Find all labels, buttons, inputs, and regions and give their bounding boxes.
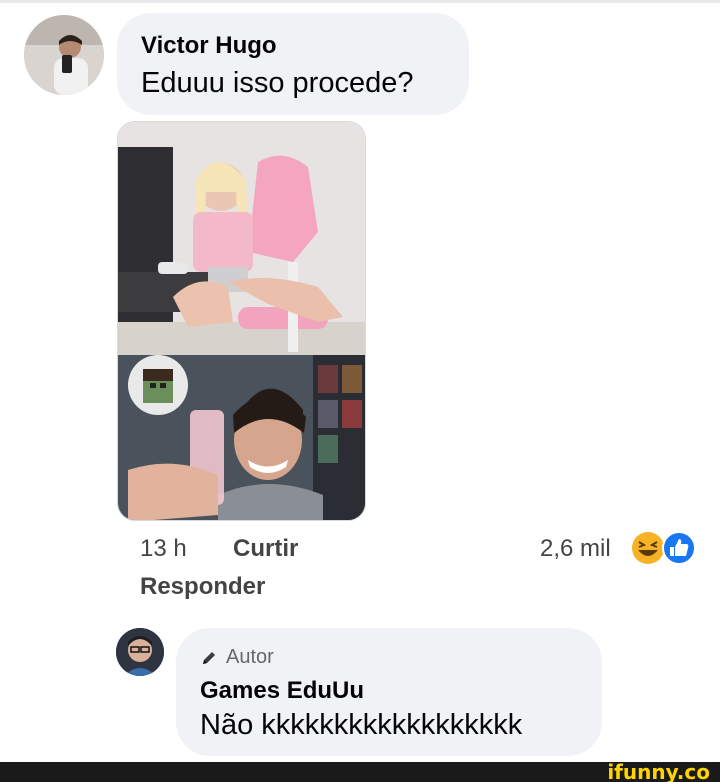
profile-photo <box>116 628 164 676</box>
comment-bubble: Victor Hugo Eduuu isso procede? <box>117 13 469 115</box>
comment-timestamp: 13 h <box>140 535 187 562</box>
like-reaction-icon <box>662 531 696 565</box>
comment-text: Não kkkkkkkkkkkkkkkkkk <box>200 709 523 741</box>
avatar[interactable] <box>116 628 164 676</box>
avatar[interactable] <box>24 15 104 95</box>
like-link[interactable]: Curtir <box>233 535 298 563</box>
laugh-reaction-icon <box>632 532 664 564</box>
photo-bottom-image <box>118 355 365 520</box>
author-badge-label: Autor <box>226 646 274 668</box>
reply-link[interactable]: Responder <box>140 573 265 601</box>
author-badge: Autor <box>200 646 274 669</box>
reaction-icons[interactable] <box>630 530 700 566</box>
reaction-count[interactable]: 2,6 mil <box>540 535 611 563</box>
pencil-icon <box>203 651 215 664</box>
watermark-logo: ifunny.co <box>607 760 710 782</box>
comment-photo[interactable] <box>117 121 366 521</box>
comment-author[interactable]: Victor Hugo <box>141 32 277 60</box>
comment-thread: Victor Hugo Eduuu isso procede? 13 h Cur… <box>0 0 720 782</box>
comment-text: Eduuu isso procede? <box>141 67 414 99</box>
profile-photo <box>24 15 104 95</box>
comment-author[interactable]: Games EduUu <box>200 677 364 705</box>
comment-bubble: Autor Games EduUu Não kkkkkkkkkkkkkkkkkk <box>176 628 602 756</box>
photo-top-image <box>118 122 365 355</box>
watermark-bar: ifunny.co <box>0 760 720 782</box>
divider <box>0 0 720 3</box>
